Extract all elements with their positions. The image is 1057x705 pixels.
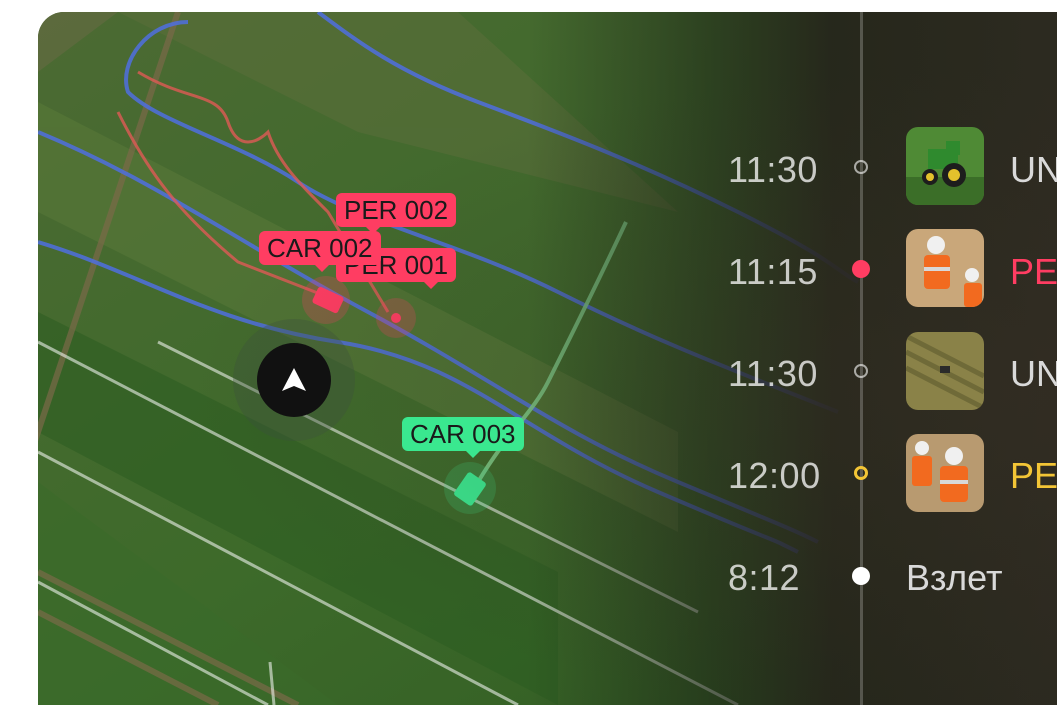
timeline-marker: [854, 364, 868, 378]
per-001-person[interactable]: [376, 298, 416, 338]
timeline-time: 11:30: [728, 353, 818, 394]
map-tag-per002[interactable]: PER 002: [336, 193, 457, 234]
satellite-map[interactable]: [38, 12, 1057, 705]
navigation-arrow-icon: [282, 368, 306, 391]
tractor-photo: [906, 127, 984, 205]
timeline-time: 11:15: [728, 251, 818, 292]
timeline-thumbnail-field[interactable]: [906, 332, 984, 410]
timeline-label[interactable]: PE: [1010, 251, 1057, 293]
timeline-label-takeoff[interactable]: Взлет: [906, 557, 1002, 599]
timeline-label[interactable]: UN: [1010, 353, 1057, 395]
timeline-marker-takeoff: [852, 567, 870, 585]
timeline-label[interactable]: UN: [1010, 149, 1057, 191]
workers-photo-2: [906, 434, 984, 512]
timeline-marker-warning: [854, 466, 868, 480]
map-tag-car003[interactable]: CAR 003: [402, 417, 524, 458]
timeline-marker: [854, 160, 868, 174]
map-tag-car002[interactable]: CAR 002: [259, 231, 381, 272]
timeline-label[interactable]: PE: [1010, 455, 1057, 497]
timeline-marker-alert: [852, 260, 870, 278]
timeline-thumbnail-workers-2[interactable]: [906, 434, 984, 512]
timeline-time: 12:00: [728, 455, 821, 496]
timeline-time: 8:12: [728, 557, 801, 598]
car-002-vehicle[interactable]: [302, 276, 350, 324]
timeline-line: [860, 12, 863, 705]
timeline-thumbnail-tractor[interactable]: [906, 127, 984, 205]
map-card[interactable]: PER 002 PER 001 CAR 002 CAR 003 11:30 UN…: [38, 12, 1057, 705]
car-003-vehicle[interactable]: [444, 462, 496, 514]
timeline-time: 11:30: [728, 149, 818, 190]
timeline-thumbnail-workers[interactable]: [906, 229, 984, 307]
workers-photo: [906, 229, 984, 307]
my-location-button[interactable]: [257, 343, 331, 417]
field-vehicle-photo: [906, 332, 984, 410]
